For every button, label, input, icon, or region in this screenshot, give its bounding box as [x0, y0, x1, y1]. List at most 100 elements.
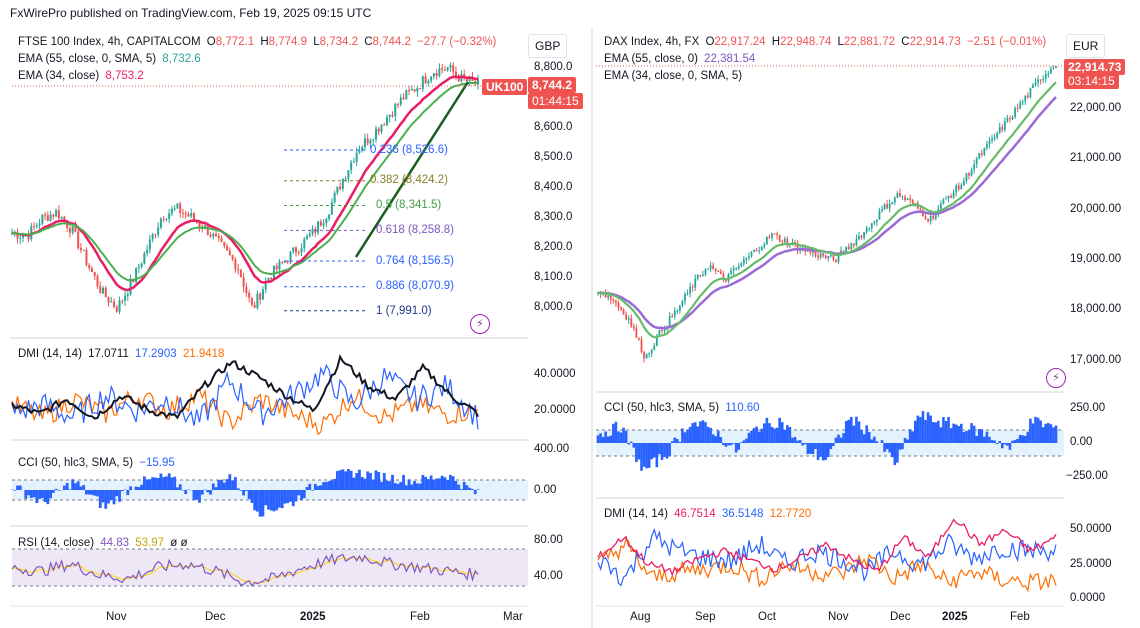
dax-cci-bar [627, 443, 631, 445]
ftse-cci-bar [49, 490, 53, 499]
dax-cci-bar [757, 431, 761, 443]
ftse-candle [154, 234, 157, 236]
dax-countdown-badge: 03:14:15 [1064, 73, 1119, 89]
ftse-symbol-legend[interactable]: FTSE 100 Index, 4h, CAPITALCOM O8,772.1 … [18, 34, 499, 51]
dax-time-label: Feb [1010, 611, 1030, 623]
ftse-candle [248, 293, 251, 298]
ftse-cci-bar [418, 483, 422, 490]
dax-close-label: C [901, 36, 910, 48]
ftse-cci-bar [96, 490, 99, 497]
dax-cci-bar [629, 441, 633, 443]
ftse-candle [399, 97, 402, 105]
ftse-tick: 8,800.0 [534, 61, 573, 73]
ftse-cci-bar [341, 469, 345, 490]
ftse-cci-bar [358, 469, 361, 490]
dax-cci-bar [609, 435, 613, 443]
dax-candle [763, 244, 766, 247]
dax-currency-button[interactable]: EUR [1066, 34, 1106, 58]
ftse-candle [380, 124, 383, 132]
dax-cci-label: CCI (50, hlc3, SMA, 5) [604, 402, 720, 414]
dax-candle [694, 278, 697, 288]
ftse-ema55-label: EMA (55, close, 0, SMA, 5) [18, 53, 157, 65]
dax-cci-bar [798, 440, 802, 443]
ftse-tick: 8,300.0 [534, 211, 573, 223]
dax-candle [996, 132, 999, 138]
dax-dmi-adx: 46.7514 [674, 508, 716, 520]
dax-cci-bar [696, 426, 700, 443]
ftse-cci-bar [446, 479, 450, 490]
ftse-candle [452, 65, 455, 72]
dax-ema34-legend[interactable]: EMA (34, close, 0, SMA, 5) [604, 68, 745, 85]
dax-symbol-legend[interactable]: DAX Index, 4h, FX O22,917.24 H22,948.74 … [604, 34, 1049, 51]
ftse-candle [438, 68, 441, 76]
ftse-dmi-legend[interactable]: DMI (14, 14) 17.0711 17.2903 21.9418 [18, 346, 227, 363]
dax-cci-bar [678, 441, 682, 443]
dax-cci-bar [921, 411, 925, 443]
dax-cci-bar [880, 440, 884, 443]
ftse-cci-bar [415, 483, 419, 490]
dax-candle [719, 271, 722, 274]
ftse-cci-bar [462, 481, 466, 490]
dax-cci-bar [737, 443, 741, 450]
dax-cci-bar [778, 417, 781, 443]
dax-cci-legend[interactable]: CCI (50, hlc3, SMA, 5) 110.60 [604, 400, 763, 417]
ftse-candle [55, 210, 58, 217]
ftse-cci-bar [300, 490, 303, 501]
ftse-candle [352, 161, 355, 163]
dax-candle [643, 352, 645, 359]
dax-cci-bar [801, 443, 804, 446]
flash-icon[interactable]: ⚡ [1046, 368, 1066, 388]
dax-candle [760, 246, 763, 251]
dax-cci-bar [944, 421, 948, 443]
dax-candle [973, 164, 976, 170]
dax-cci-bar [865, 425, 868, 443]
flash-icon[interactable]: ⚡ [470, 314, 490, 334]
ftse-ema55-legend[interactable]: EMA (55, close, 0, SMA, 5) 8,732.6 [18, 51, 204, 68]
ftse-currency-button[interactable]: GBP [528, 34, 568, 58]
ftse-dmi-adx: 17.0711 [88, 348, 129, 360]
ftse-cci-bar [62, 485, 66, 490]
dax-ema55-legend[interactable]: EMA (55, close, 0) 22,381.54 [604, 51, 758, 68]
dax-cci-bar [786, 425, 789, 443]
dax-candle [771, 233, 773, 238]
ftse-cci-bar [74, 483, 77, 490]
ftse-cci-legend[interactable]: CCI (50, hlc3, SMA, 5) −15.95 [18, 455, 178, 472]
ftse-candle [165, 218, 168, 220]
dax-candle [891, 202, 894, 204]
dax-candle [873, 221, 876, 224]
dax-cci-bar [752, 428, 756, 443]
dax-candle [950, 196, 952, 198]
ftse-cci-bar [120, 490, 124, 492]
ftse-cci-bar [465, 485, 469, 490]
ftse-cci-bar [18, 485, 22, 490]
dax-cci-bar [939, 427, 943, 443]
ftse-candle [137, 266, 140, 268]
ftse-high: 8,774.9 [268, 36, 308, 48]
ftse-cci-bar [253, 490, 257, 511]
ftse-cci-bar [424, 476, 428, 490]
ftse-cci-bar [32, 490, 36, 498]
ftse-candle [336, 186, 339, 193]
ftse-rsi-legend[interactable]: RSI (14, close) 44.83 53.97 ø ø [18, 535, 190, 552]
dax-ema34-line [597, 81, 1057, 339]
dax-candle [1049, 68, 1052, 74]
ftse-cci-bar [35, 490, 39, 504]
dax-cci-bar [965, 430, 968, 443]
ftse-change: −27.7 (−0.32%) [417, 36, 497, 48]
ftse-cci-bar [302, 490, 306, 499]
dax-cci-bar [658, 443, 661, 455]
ftse-ema34-legend[interactable]: EMA (34, close) 8,753.2 [18, 68, 147, 85]
dax-cci-bar [806, 443, 810, 455]
ftse-cci-bar [198, 490, 201, 503]
ftse-candle [292, 247, 295, 252]
ftse-candle [168, 213, 171, 219]
ftse-ema55-value: 8,732.6 [162, 53, 201, 65]
dax-candle [768, 236, 771, 238]
ftse-candle [295, 247, 298, 253]
ftse-candle [96, 276, 99, 287]
dax-candle [745, 257, 748, 260]
dax-cci-bar [875, 441, 879, 443]
dax-candle [888, 203, 891, 209]
ftse-cci-bar [181, 490, 185, 491]
dax-dmi-legend[interactable]: DMI (14, 14) 46.7514 36.5148 12.7720 [604, 506, 814, 523]
